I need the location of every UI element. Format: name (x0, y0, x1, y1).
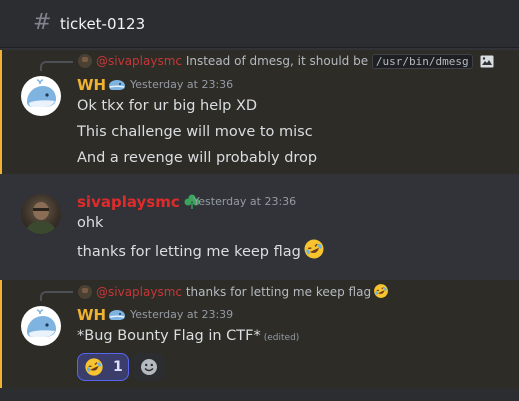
edited-label: (edited) (263, 333, 300, 343)
add-reaction-button[interactable] (133, 353, 165, 381)
image-icon (480, 55, 494, 72)
message-line: Ok tkx for ur big help XD (77, 98, 258, 114)
author-name[interactable]: sivaplaysmc (77, 192, 202, 214)
avatar[interactable] (21, 306, 61, 346)
reply-preview[interactable]: @sivaplaysmc Instead of dmesg, it should… (78, 53, 494, 69)
smile-icon (141, 359, 157, 375)
reply-preview[interactable]: @sivaplaysmc thanks for letting me keep … (78, 283, 389, 299)
channel-hash-icon: # (33, 10, 52, 35)
message-group[interactable]: @sivaplaysmc thanks for letting me keep … (0, 280, 519, 388)
author-name[interactable]: WH (77, 305, 126, 327)
whale-emoji-icon (108, 77, 126, 97)
reply-avatar (78, 54, 92, 68)
reply-mention[interactable]: @sivaplaysmc (96, 285, 182, 299)
reply-code: /usr/bin/dmesg (371, 54, 473, 69)
reply-text: Instead of dmesg, it should be (185, 54, 369, 68)
reaction-count: 1 (113, 359, 123, 375)
avatar[interactable] (21, 194, 61, 234)
message-line: *Bug Bounty Flag in CTF* (edited) (77, 328, 300, 344)
reaction-button[interactable]: 1 (77, 353, 129, 381)
reply-avatar (78, 285, 92, 299)
rolling-on-floor-laughing-emoji-icon (303, 238, 325, 267)
message-line: ohk (77, 215, 104, 231)
reply-text: thanks for letting me keep flag (185, 285, 372, 299)
message-timestamp[interactable]: Yesterday at 23:36 (130, 75, 233, 95)
whale-emoji-icon (108, 307, 126, 327)
message-line: This challenge will move to misc (77, 124, 313, 140)
reply-mention[interactable]: @sivaplaysmc (96, 54, 182, 68)
reply-connector (40, 291, 73, 301)
author-name[interactable]: WH (77, 75, 126, 97)
bottom-bar (0, 388, 519, 401)
message-timestamp[interactable]: Yesterday at 23:36 (193, 192, 296, 212)
reply-connector (40, 61, 73, 71)
rolling-on-floor-laughing-emoji-icon (373, 283, 389, 303)
rolling-on-floor-laughing-emoji-icon (84, 357, 104, 381)
channel-header: # ticket-0123 (0, 0, 519, 48)
message-line: And a revenge will probably drop (77, 150, 318, 166)
message-group[interactable]: sivaplaysmc Yesterday at 23:36 ohk thank… (0, 186, 519, 266)
message-line: thanks for letting me keep flag (77, 238, 325, 267)
avatar[interactable] (21, 76, 61, 116)
channel-title: ticket-0123 (60, 15, 146, 33)
message-group[interactable]: @sivaplaysmc Instead of dmesg, it should… (0, 50, 519, 174)
message-timestamp[interactable]: Yesterday at 23:39 (130, 305, 233, 325)
